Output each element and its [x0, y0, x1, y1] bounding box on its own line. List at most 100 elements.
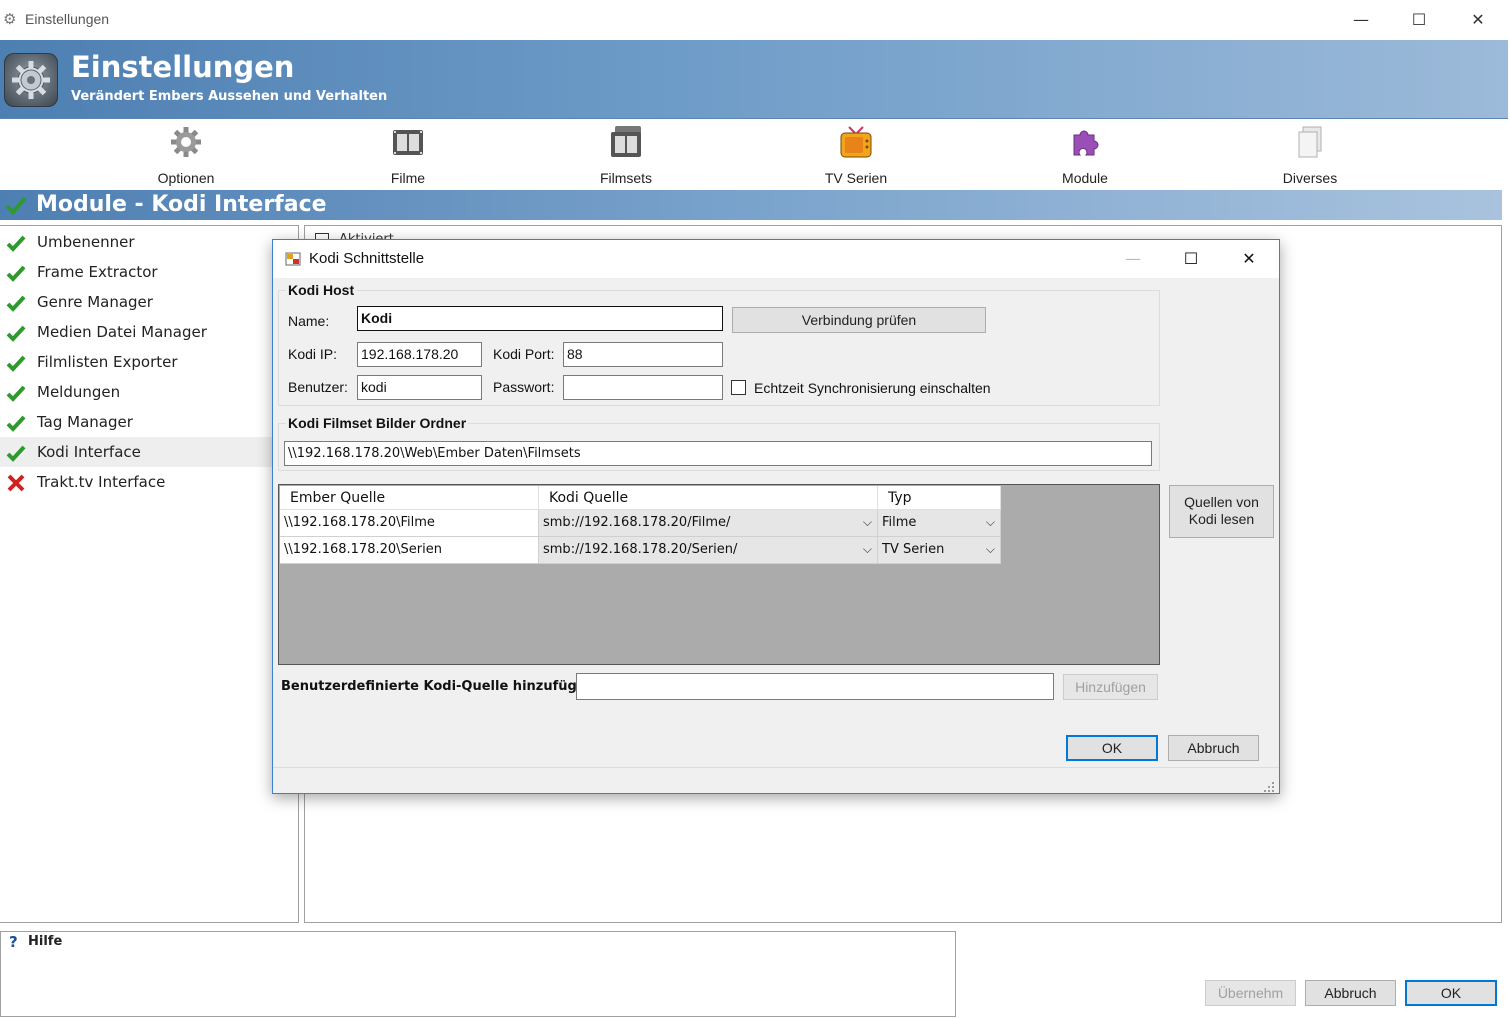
kodi-dialog: Kodi Schnittstelle — ☐ ✕ Kodi Host Name:… — [272, 239, 1280, 794]
sources-grid: Ember Quelle Kodi Quelle Typ \\192.168.1… — [278, 484, 1160, 665]
list-item-label: Trakt.tv Interface — [37, 473, 166, 491]
list-item[interactable]: Medien Datei Manager — [0, 317, 298, 347]
list-item[interactable]: Genre Manager — [0, 287, 298, 317]
table-cell-typ-dropdown[interactable]: Filme ⌵ — [878, 510, 1001, 537]
kodi-host-group-label: Kodi Host — [286, 282, 357, 298]
kodi-ip-field[interactable]: 192.168.178.20 — [357, 342, 482, 367]
gear-icon — [169, 125, 203, 161]
close-button[interactable]: ✕ — [1453, 6, 1503, 34]
list-item-label: Kodi Interface — [37, 443, 141, 461]
dialog-minimize-button[interactable]: — — [1113, 245, 1153, 273]
table-cell-typ-value: Filme — [882, 515, 917, 530]
table-cell-kodi-value: smb://192.168.178.20/Filme/ — [543, 515, 731, 530]
minimize-button[interactable]: — — [1336, 6, 1386, 34]
dialog-ok-button[interactable]: OK — [1066, 735, 1158, 761]
apply-button[interactable]: Übernehm — [1205, 980, 1296, 1006]
checkmark-icon — [6, 293, 26, 313]
list-item[interactable]: Kodi Interface — [0, 437, 298, 467]
grid-header-ember[interactable]: Ember Quelle — [280, 486, 539, 510]
custom-source-label: Benutzerdefinierte Kodi-Quelle hinzufüge… — [281, 679, 601, 694]
app-window-icon — [285, 251, 301, 267]
add-source-button[interactable]: Hinzufügen — [1063, 674, 1158, 700]
name-field[interactable]: Kodi — [357, 306, 723, 331]
list-item-label: Tag Manager — [37, 413, 133, 431]
chevron-down-icon: ⌵ — [862, 542, 872, 556]
ok-button[interactable]: OK — [1405, 980, 1497, 1006]
cross-icon — [6, 473, 26, 493]
module-list: Umbenenner Frame Extractor Genre Manager… — [0, 225, 299, 923]
dialog-titlebar: Kodi Schnittstelle — ☐ ✕ — [273, 240, 1279, 278]
toolbar-filmsets-label: Filmsets — [599, 170, 653, 186]
toolbar-diverses-label: Diverses — [1282, 170, 1338, 186]
checkmark-icon — [5, 194, 27, 220]
toolbar-optionen[interactable]: Optionen — [126, 125, 246, 186]
grid-header-kodi[interactable]: Kodi Quelle — [539, 486, 878, 510]
toolbar-tv-serien[interactable]: TV Serien — [796, 125, 916, 186]
filmset-path-field[interactable]: \\192.168.178.20\Web\Ember Daten\Filmset… — [284, 441, 1152, 466]
maximize-button[interactable]: ☐ — [1394, 6, 1444, 34]
checkmark-icon — [6, 323, 26, 343]
settings-window: ⚙ Einstellungen — ☐ ✕ Einstellungen Verä… — [0, 0, 1510, 1019]
table-cell-kodi-dropdown[interactable]: smb://192.168.178.20/Serien/ ⌵ — [539, 537, 878, 564]
read-sources-button[interactable]: Quellen von Kodi lesen — [1169, 485, 1274, 538]
help-box: ? Hilfe — [0, 931, 956, 1017]
checkmark-icon — [6, 263, 26, 283]
toolbar-optionen-label: Optionen — [157, 170, 215, 186]
settings-app-icon — [4, 53, 58, 107]
section-header: Module - Kodi Interface — [0, 190, 1502, 220]
verify-connection-button[interactable]: Verbindung prüfen — [732, 307, 986, 333]
toolbar-module[interactable]: Module — [1025, 125, 1145, 186]
list-item-label: Genre Manager — [37, 293, 153, 311]
toolbar-filme-label: Filme — [390, 170, 426, 186]
dialog-maximize-button[interactable]: ☐ — [1171, 245, 1211, 273]
dialog-status-divider — [273, 767, 1279, 768]
table-cell-ember[interactable]: \\192.168.178.20\Serien — [280, 537, 539, 564]
table-cell-typ-dropdown[interactable]: TV Serien ⌵ — [878, 537, 1001, 564]
name-label: Name: — [288, 313, 330, 329]
list-item[interactable]: Trakt.tv Interface — [0, 467, 298, 497]
chevron-down-icon: ⌵ — [862, 515, 872, 529]
kodi-port-field[interactable]: 88 — [563, 342, 723, 367]
toolbar-diverses[interactable]: Diverses — [1250, 125, 1370, 186]
dialog-close-button[interactable]: ✕ — [1229, 245, 1269, 273]
grid-header-typ[interactable]: Typ — [878, 486, 1001, 510]
resize-grip-icon[interactable] — [1263, 778, 1275, 792]
table-cell-kodi-value: smb://192.168.178.20/Serien/ — [543, 542, 738, 557]
realtime-sync-checkbox[interactable] — [731, 380, 746, 395]
checkmark-icon — [6, 443, 26, 463]
kodi-port-label: Kodi Port: — [493, 346, 555, 362]
filmset-icon — [609, 125, 643, 161]
benutzer-label: Benutzer: — [288, 379, 348, 395]
passwort-field[interactable] — [563, 375, 723, 400]
benutzer-field[interactable]: kodi — [357, 375, 482, 400]
table-cell-typ-value: TV Serien — [882, 542, 945, 557]
list-item[interactable]: Meldungen — [0, 377, 298, 407]
checkmark-icon — [6, 353, 26, 373]
header-title: Einstellungen — [71, 50, 295, 84]
list-item[interactable]: Frame Extractor — [0, 257, 298, 287]
custom-source-field[interactable] — [576, 673, 1054, 700]
toolbar-filme[interactable]: Filme — [348, 125, 468, 186]
gear-icon: ⚙ — [3, 10, 17, 28]
list-item[interactable]: Umbenenner — [0, 227, 298, 257]
film-icon — [391, 125, 425, 161]
kodi-ip-label: Kodi IP: — [288, 346, 338, 362]
list-item-label: Frame Extractor — [37, 263, 158, 281]
window-titlebar: ⚙ Einstellungen — ☐ ✕ — [0, 0, 1510, 40]
toolbar-filmsets[interactable]: Filmsets — [566, 125, 686, 186]
puzzle-icon — [1068, 125, 1102, 161]
toolbar-module-label: Module — [1062, 170, 1108, 186]
table-cell-ember[interactable]: \\192.168.178.20\Filme — [280, 510, 539, 537]
passwort-label: Passwort: — [493, 379, 555, 395]
table-cell-kodi-dropdown[interactable]: smb://192.168.178.20/Filme/ ⌵ — [539, 510, 878, 537]
checkmark-icon — [6, 233, 26, 253]
chevron-down-icon: ⌵ — [985, 542, 995, 556]
list-item[interactable]: Filmlisten Exporter — [0, 347, 298, 377]
settings-toolbar: Optionen Filme Filmsets TV Serien Module — [0, 119, 1508, 190]
list-item[interactable]: Tag Manager — [0, 407, 298, 437]
cancel-button[interactable]: Abbruch — [1305, 980, 1396, 1006]
realtime-sync-label: Echtzeit Synchronisierung einschalten — [754, 380, 991, 396]
help-icon: ? — [9, 933, 18, 951]
header-subtitle: Verändert Embers Aussehen und Verhalten — [71, 89, 388, 104]
dialog-cancel-button[interactable]: Abbruch — [1168, 735, 1259, 761]
